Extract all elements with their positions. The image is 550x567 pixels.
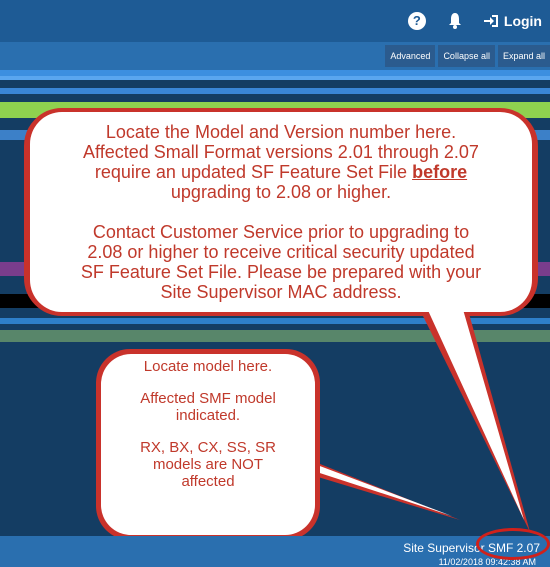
callout-line: affected [181, 473, 235, 490]
callout-line: RX, BX, CX, SS, SR [140, 439, 276, 456]
callout-line: Affected SMF model [140, 390, 276, 407]
status-footer: Site Supervisor SMF 2.07 11/02/2018 09:4… [0, 536, 550, 567]
callout-line: 2.08 or higher to receive critical secur… [87, 242, 475, 262]
callout-main-text: Locate the Model and Version number here… [42, 122, 520, 302]
callout-line: Affected Small Format versions 2.01 thro… [83, 142, 479, 162]
callout-line: upgrading to 2.08 or higher. [170, 182, 392, 202]
emphasis-before: before [412, 162, 468, 182]
callout-line: models are NOT [152, 456, 264, 473]
callout-line: Locate the Model and Version number here… [105, 122, 457, 142]
highlight-circle [476, 528, 550, 560]
callout-line: indicated. [175, 407, 241, 424]
callout-line: Site Supervisor MAC address. [160, 282, 402, 302]
callout-line: SF Feature Set File. Please be prepared … [80, 262, 482, 282]
callout-line: Contact Customer Service prior to upgrad… [92, 222, 470, 242]
callout-line: require an updated SF Feature Set File b… [94, 162, 468, 182]
callout-model-text: Locate model here. Affected SMF model in… [110, 358, 306, 490]
callout-line: Locate model here. [143, 358, 273, 375]
